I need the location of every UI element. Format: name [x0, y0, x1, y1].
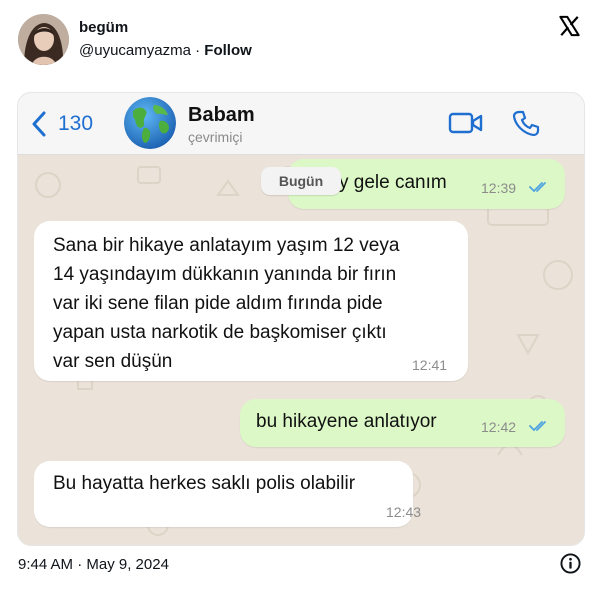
- tweet-timestamp[interactable]: 9:44 AM · May 9, 2024: [18, 556, 169, 573]
- back-button[interactable]: 130: [32, 110, 93, 138]
- message-line: Sana bir hikaye anlatayım yaşım 12 veya: [53, 235, 400, 256]
- message-time: 12:39: [481, 180, 517, 196]
- handle[interactable]: @uyucamyazma: [79, 42, 191, 59]
- info-icon[interactable]: [560, 553, 581, 574]
- double-check-icon: [529, 421, 546, 432]
- display-name[interactable]: begüm: [79, 19, 128, 36]
- contact-avatar-globe-icon[interactable]: [124, 97, 176, 149]
- phone-icon[interactable]: [512, 109, 540, 137]
- message-time: 12:41: [412, 357, 448, 373]
- follow-button[interactable]: Follow: [204, 42, 252, 59]
- message-text: Bu hayatta herkes saklı polis olabilir: [53, 473, 356, 494]
- chevron-left-icon: [32, 111, 46, 137]
- message-line: var iki sene filan pide aldım fırında pi…: [53, 293, 383, 314]
- message-bubble-incoming[interactable]: Bu hayatta herkes saklı polis olabilir 1…: [34, 461, 421, 527]
- unread-count: 130: [58, 112, 94, 135]
- chat-header: 130 Babam çevrimiçi: [18, 93, 584, 155]
- message-bubble-outgoing[interactable]: bu hikayene anlatıyor 12:42: [240, 399, 565, 447]
- double-check-icon: [529, 182, 546, 193]
- video-call-icon[interactable]: [448, 111, 484, 135]
- separator: ·: [190, 42, 205, 59]
- chat-screenshot: 130 Babam çevrimiçi y gele canım 12:39 B…: [17, 92, 585, 546]
- contact-status: çevrimiçi: [188, 129, 243, 145]
- date-separator: Bugün: [261, 167, 341, 195]
- handle-line: @uyucamyazma · Follow: [79, 42, 252, 59]
- globe-icon: [124, 97, 176, 149]
- message-text: y gele canım: [339, 172, 447, 193]
- message-line: var sen düşün: [53, 351, 173, 372]
- message-bubble-incoming[interactable]: Sana bir hikaye anlatayım yaşım 12 veya …: [34, 221, 468, 381]
- message-line: 14 yaşındayım dükkanın yanında bir fırın: [53, 264, 397, 285]
- message-time: 12:42: [481, 419, 517, 435]
- avatar[interactable]: [18, 14, 69, 65]
- message-text: bu hikayene anlatıyor: [256, 411, 437, 432]
- contact-name[interactable]: Babam: [188, 104, 255, 127]
- message-time: 12:43: [386, 504, 422, 520]
- tweet-header: begüm @uyucamyazma · Follow: [0, 0, 600, 80]
- x-logo-icon[interactable]: [558, 15, 581, 37]
- message-line: yapan usta narkotik de başkomiser çıktı: [53, 322, 387, 343]
- avatar-photo: [18, 14, 69, 65]
